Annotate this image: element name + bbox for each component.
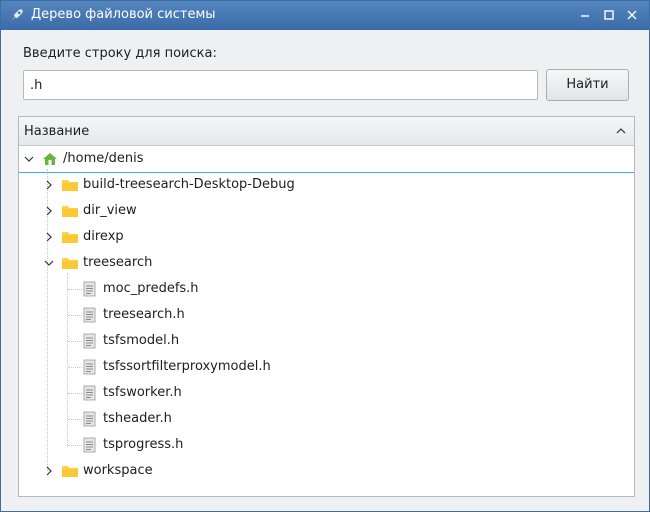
tree-item-label: tsheader.h — [103, 411, 172, 426]
tree-folder-row-expanded[interactable]: treesearch — [19, 250, 634, 276]
maximize-icon[interactable] — [600, 6, 618, 24]
main-window: Дерево файловой системы Введите строку д… — [0, 0, 650, 512]
tree-folder-row[interactable]: dir_view — [19, 198, 634, 224]
tree-file-row[interactable]: tsprogress.h — [19, 432, 634, 458]
minimize-icon[interactable] — [576, 6, 594, 24]
tree-folder-row[interactable]: build-treesearch-Desktop-Debug — [19, 172, 634, 198]
client-area: Введите строку для поиска: Найти Названи… — [1, 30, 649, 511]
tree-file-row[interactable]: moc_predefs.h — [19, 276, 634, 302]
tree-root-row[interactable]: /home/denis — [19, 146, 634, 173]
tree-item-label: treesearch.h — [103, 307, 185, 322]
find-button[interactable]: Найти — [546, 69, 629, 101]
header-file-icon — [81, 411, 99, 427]
tree-item-label: tsprogress.h — [103, 437, 184, 452]
tree-item-label: tsfsmodel.h — [103, 333, 180, 348]
header-file-icon — [81, 281, 99, 297]
folder-icon — [61, 177, 79, 193]
folder-icon — [61, 203, 79, 219]
tree-item-label: direxp — [83, 229, 124, 244]
header-file-icon — [81, 385, 99, 401]
header-file-icon — [81, 333, 99, 349]
chevron-right-icon[interactable] — [43, 465, 55, 477]
app-rocket-icon — [9, 7, 25, 23]
close-icon[interactable] — [623, 6, 641, 24]
tree-item-label: tsfsworker.h — [103, 385, 182, 400]
search-label: Введите строку для поиска: — [23, 46, 217, 61]
tree-item-label: moc_predefs.h — [103, 281, 199, 296]
folder-icon — [61, 229, 79, 245]
chevron-right-icon[interactable] — [43, 231, 55, 243]
tree-folder-row[interactable]: direxp — [19, 224, 634, 250]
tree-item-label: tsfssortfilterproxymodel.h — [103, 359, 271, 374]
tree-root-label: /home/denis — [63, 151, 144, 166]
column-header-label: Название — [24, 124, 90, 139]
chevron-right-icon[interactable] — [43, 179, 55, 191]
tree-item-label: treesearch — [83, 255, 153, 270]
header-file-icon — [81, 307, 99, 323]
window-title: Дерево файловой системы — [31, 7, 216, 22]
title-bar[interactable]: Дерево файловой системы — [1, 1, 649, 30]
file-tree-view[interactable]: Название /home/denis build-treesearch-De… — [18, 116, 635, 497]
search-input[interactable] — [23, 70, 538, 100]
tree-file-row[interactable]: tsfsmodel.h — [19, 328, 634, 354]
chevron-down-icon[interactable] — [43, 257, 55, 269]
folder-icon — [61, 463, 79, 479]
home-folder-icon — [41, 151, 59, 167]
tree-file-row[interactable]: tsfsworker.h — [19, 380, 634, 406]
column-header-name[interactable]: Название — [19, 117, 634, 146]
chevron-right-icon[interactable] — [43, 205, 55, 217]
tree-item-label: workspace — [83, 463, 153, 478]
header-file-icon — [81, 359, 99, 375]
tree-file-row[interactable]: tsfssortfilterproxymodel.h — [19, 354, 634, 380]
header-file-icon — [81, 437, 99, 453]
tree-item-label: dir_view — [83, 203, 137, 218]
tree-folder-row[interactable]: workspace — [19, 458, 634, 484]
tree-file-row[interactable]: treesearch.h — [19, 302, 634, 328]
chevron-down-icon[interactable] — [23, 153, 35, 165]
sort-ascending-icon — [614, 124, 628, 138]
tree-file-row[interactable]: tsheader.h — [19, 406, 634, 432]
folder-icon — [61, 255, 79, 271]
tree-item-label: build-treesearch-Desktop-Debug — [83, 177, 295, 192]
